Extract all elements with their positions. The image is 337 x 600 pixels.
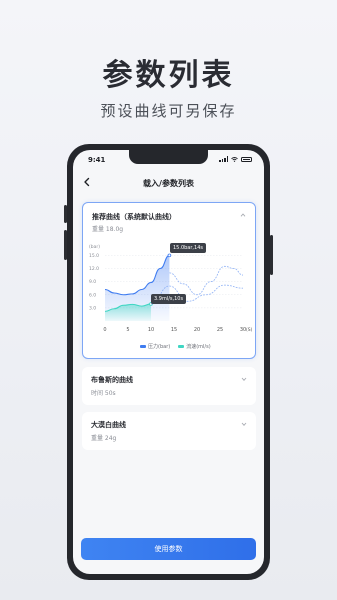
reference-curve-line (169, 265, 244, 296)
card-detail: 时间 50s (91, 390, 116, 397)
chevron-down-icon[interactable] (241, 377, 247, 381)
signal-icon (219, 156, 228, 162)
legend-label: 压力(bar) (148, 344, 171, 350)
series-end-point (167, 253, 172, 258)
x-tick-label: 5 (126, 327, 129, 333)
phone-volume-button (64, 230, 67, 260)
status-icons (219, 156, 252, 162)
use-parameters-button[interactable]: 使用参数 (81, 538, 256, 560)
y-axis-label: (bar) (89, 244, 100, 250)
x-tick-label: 20 (194, 327, 200, 333)
phone-volume-button (64, 205, 67, 223)
x-tick-label: 10 (148, 327, 154, 333)
legend-item-pressure: 压力(bar) (140, 343, 170, 350)
x-tick-label: 25 (217, 327, 223, 333)
curve-card-desert[interactable]: 大漠白曲线 重量 24g (82, 412, 256, 450)
card-title: 布鲁斯的曲线 (91, 376, 133, 384)
y-tick-label: 15.0 (89, 253, 99, 259)
flow-annotation: 3.9ml/s,10s (151, 294, 187, 304)
x-tick-label: 0 (103, 327, 106, 333)
x-axis-label: (S) (246, 327, 253, 333)
card-detail: 重量 24g (91, 435, 117, 442)
battery-icon (241, 156, 252, 162)
curve-chart: (bar) 15.012.09.06.03.0 0 5 10 15 20 25 30 (S) (89, 244, 253, 333)
curve-card-recommended[interactable]: 推荐曲线（系统默认曲线） 重量 18.0g (bar) 15.0 12.0 9.0 6… (82, 202, 256, 359)
legend-item-flow: 流速(ml/s) (178, 343, 211, 350)
page-title: 载入/参数列表 (143, 179, 194, 188)
legend-label: 流速(ml/s) (186, 344, 211, 350)
y-tick-label: 12.0 (89, 266, 99, 272)
y-tick-label: 9.0 (89, 279, 96, 285)
y-tick-label: 6.0 (89, 292, 96, 298)
curve-card-blues[interactable]: 布鲁斯的曲线 时间 50s (82, 367, 256, 405)
pressure-annotation: 15.0bar,14s (170, 243, 206, 253)
y-tick-label: 3.0 (89, 305, 96, 311)
wifi-icon (231, 156, 238, 162)
hero-subtitle: 预设曲线可另保存 (100, 102, 237, 120)
phone-notch (129, 150, 208, 164)
hero-title: 参数列表 (102, 58, 235, 93)
chevron-down-icon[interactable] (241, 422, 247, 426)
chart-legend: 压力(bar) 流速(ml/s) (140, 343, 211, 350)
phone-power-button (270, 235, 273, 275)
card-title: 大漠白曲线 (91, 421, 126, 429)
phone-screen: 9:41 载入/参数列表 推荐曲线（系统默认曲线） 重量 18.0g (bar)… (73, 150, 264, 574)
status-time: 9:41 (88, 156, 106, 164)
x-tick-label: 15 (171, 327, 177, 333)
